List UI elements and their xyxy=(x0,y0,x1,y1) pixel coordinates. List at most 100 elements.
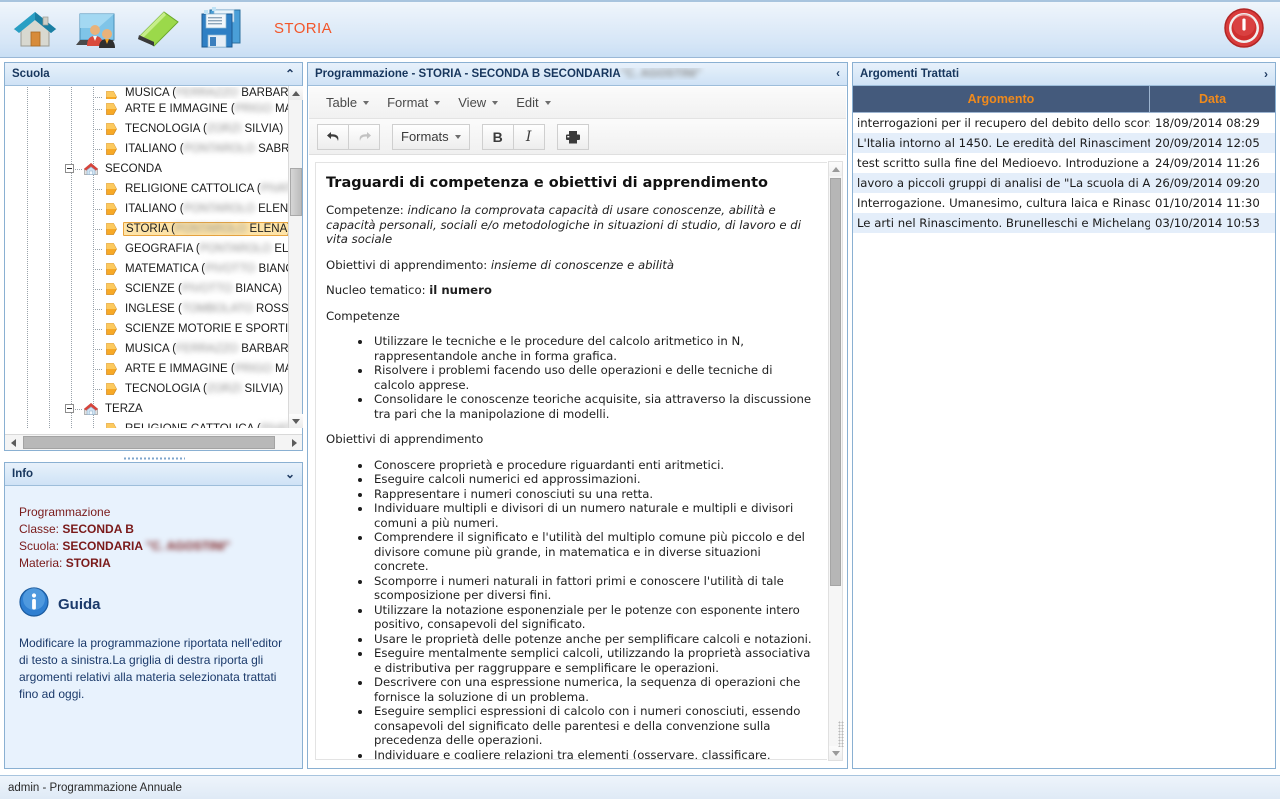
tree-item-scienze[interactable]: SCIENZE (PIVOTTO BIANCA) xyxy=(5,279,290,299)
scroll-left-arrow[interactable] xyxy=(5,435,21,450)
info-panel-header[interactable]: Info ⌄ xyxy=(5,463,302,486)
tree-item-italiano[interactable]: ITALIANO (PONTAROLO ELENA) xyxy=(5,199,300,219)
grid-column-header-data[interactable]: Data xyxy=(1150,86,1275,113)
save-icon[interactable] xyxy=(194,4,248,54)
statusbar: admin - Programmazione Annuale xyxy=(0,775,1280,799)
editor-panel: Programmazione - STORIA - SECONDA B SECO… xyxy=(307,62,848,769)
formats-button[interactable]: Formats xyxy=(392,123,470,150)
grid-column-header-argomento[interactable]: Argomento xyxy=(853,86,1150,113)
doc-subheading-competenze: Competenze xyxy=(326,308,400,323)
tree-item-geografia[interactable]: GEOGRAFIA (PONTAROLO ELENA) xyxy=(5,239,302,259)
guida-row[interactable]: Guida xyxy=(19,587,288,621)
workspace: Scuola ⌃ MUSICA (FERRAZZO BARBARA) ARTE E… xyxy=(0,58,1280,775)
tree-vertical-scrollbar[interactable] xyxy=(288,86,303,428)
guida-description: Modificare la programmazione riportata n… xyxy=(19,636,283,701)
statusbar-text: admin - Programmazione Annuale xyxy=(8,781,182,794)
tree-item-musica[interactable]: MUSICA (FERRAZZO BARBARA) xyxy=(5,87,290,99)
menu-edit[interactable]: Edit xyxy=(507,91,559,114)
tree-item-inglese[interactable]: INGLESE (TOMBOLATO ROSSELLA) xyxy=(5,299,302,319)
editor-document[interactable]: Traguardi di competenza e obiettivi di a… xyxy=(315,162,827,760)
scroll-up-arrow[interactable] xyxy=(289,86,303,100)
tree-expander-minus-icon[interactable] xyxy=(65,164,74,173)
redo-button[interactable] xyxy=(348,123,380,150)
tree-item-terza[interactable]: TERZA xyxy=(5,399,290,419)
cell-data: 20/09/2014 12:05 xyxy=(1155,136,1260,150)
scroll-down-arrow[interactable] xyxy=(289,414,303,428)
editor-vertical-scrollbar[interactable] xyxy=(828,161,843,761)
table-row[interactable]: L'Italia intorno al 1450. Le eredità del… xyxy=(853,133,1275,153)
table-row[interactable]: lavoro a piccoli gruppi di analisi de "L… xyxy=(853,173,1275,193)
info-classe: Classe: SECONDA B xyxy=(19,521,288,538)
folder-arrow-icon xyxy=(105,322,118,339)
menu-view[interactable]: View xyxy=(449,91,507,114)
chevron-right-icon[interactable]: › xyxy=(1264,67,1268,81)
cell-argomento: Interrogazione. Umanesimo, cultura laica… xyxy=(857,196,1150,210)
tree-item-label: ARTE E IMMAGINE (PRIGO MARIA G xyxy=(125,363,302,375)
doc-list-item: Scomporre i numeri naturali in fattori p… xyxy=(372,574,815,603)
power-icon[interactable] xyxy=(1222,6,1266,50)
tree-item-arte-e-immagine[interactable]: ARTE E IMMAGINE (PRIGO MARIA G xyxy=(5,359,302,379)
redo-icon xyxy=(359,132,371,141)
tree-item-label: MUSICA (FERRAZZO BARBARA) xyxy=(125,343,301,355)
tree-item-label: TECNOLOGIA (ZORZI SILVIA) xyxy=(125,383,284,395)
tree-item-tecnologia[interactable]: TECNOLOGIA (ZORZI SILVIA) xyxy=(5,379,290,399)
tree-viewport[interactable]: MUSICA (FERRAZZO BARBARA) ARTE E IMMAGINE… xyxy=(5,86,302,428)
argomenti-panel-header[interactable]: Argomenti Trattati › xyxy=(853,63,1275,86)
scuola-panel-header[interactable]: Scuola ⌃ xyxy=(5,63,302,86)
chevron-down-icon[interactable]: ⌄ xyxy=(285,467,295,481)
tree-item-arte-e-immagine[interactable]: ARTE E IMMAGINE (PRIGO MARIA G xyxy=(5,99,302,119)
tree-item-label: ITALIANO (PONTAROLO ELENA) xyxy=(125,203,300,215)
editor-panel-header[interactable]: Programmazione - STORIA - SECONDA B SECO… xyxy=(308,63,847,86)
tree-item-label: MATEMATICA (PIVOTTO BIANCA) xyxy=(125,263,302,275)
cell-data: 26/09/2014 09:20 xyxy=(1155,176,1260,190)
tree-connector xyxy=(93,189,103,190)
menu-table[interactable]: Table xyxy=(317,91,378,114)
undo-button[interactable] xyxy=(317,123,349,150)
chevron-left-icon[interactable]: ‹ xyxy=(836,68,840,80)
table-row[interactable]: test scritto sulla fine del Medioevo. In… xyxy=(853,153,1275,173)
tree-item-label: RELIGIONE CATTOLICA (PIVATO G xyxy=(123,422,302,428)
info-materia-label: Materia: xyxy=(19,556,66,570)
tree-horizontal-scrollbar[interactable] xyxy=(5,434,302,450)
doc-list-item: Rappresentare i numeri conosciuti su una… xyxy=(372,487,815,502)
tree-item-religione-cattolica[interactable]: RELIGIONE CATTOLICA (PIVATO G xyxy=(5,419,301,428)
editor-resize-grip-icon[interactable] xyxy=(838,721,844,747)
table-row[interactable]: Le arti nel Rinascimento. Brunelleschi e… xyxy=(853,213,1275,233)
menu-format[interactable]: Format xyxy=(378,91,449,114)
tree-connector xyxy=(93,209,103,210)
tree-item-seconda[interactable]: SECONDA xyxy=(5,159,290,179)
tree-item-italiano[interactable]: ITALIANO (PONTAROLO SABRINA) xyxy=(5,139,302,159)
tree-connector xyxy=(93,269,103,270)
scroll-right-arrow[interactable] xyxy=(286,435,302,450)
tree-item-matematica[interactable]: MATEMATICA (PIVOTTO BIANCA) xyxy=(5,259,302,279)
tree-scroll-thumb[interactable] xyxy=(290,168,302,216)
table-row[interactable]: interrogazioni per il recupero del debit… xyxy=(853,113,1275,133)
doc-list-item: Conoscere proprietà e procedure riguarda… xyxy=(372,458,815,473)
tree-item-religione-cattolica[interactable]: RELIGIONE CATTOLICA (PIVATO G xyxy=(5,179,301,199)
tree-item-tecnologia[interactable]: TECNOLOGIA (ZORZI SILVIA) xyxy=(5,119,290,139)
doc-scroll-thumb[interactable] xyxy=(830,178,841,586)
tree-hscroll-thumb[interactable] xyxy=(23,436,275,449)
bold-button[interactable]: B xyxy=(481,123,514,150)
tree-item-label: STORIA (PONTAROLO ELENA) xyxy=(123,222,296,236)
home-icon[interactable] xyxy=(8,4,62,54)
print-button[interactable] xyxy=(556,123,589,150)
italic-button[interactable]: I xyxy=(512,123,545,150)
doc-list-item: Descrivere con una espressione numerica,… xyxy=(372,675,815,704)
doc-scroll-up-arrow[interactable] xyxy=(829,162,842,176)
tree-expander-minus-icon[interactable] xyxy=(65,404,74,413)
chevron-up-icon[interactable]: ⌃ xyxy=(285,67,295,81)
table-row[interactable]: Interrogazione. Umanesimo, cultura laica… xyxy=(853,193,1275,213)
cell-data: 24/09/2014 11:26 xyxy=(1155,156,1260,170)
cell-argomento: interrogazioni per il recupero del debit… xyxy=(857,116,1150,130)
tree-item-musica[interactable]: MUSICA (FERRAZZO BARBARA) xyxy=(5,339,300,359)
tree-item-scienze-motorie-e-sportive[interactable]: SCIENZE MOTORIE E SPORTIVE (G xyxy=(5,319,302,339)
tree-item-storia[interactable]: STORIA (PONTAROLO ELENA) xyxy=(5,219,296,239)
tree-item-label: TERZA xyxy=(105,403,143,415)
info-scuola: Scuola: SECONDARIA "C. AGOSTINI" xyxy=(19,538,288,555)
book-icon[interactable] xyxy=(132,4,186,54)
users-icon[interactable] xyxy=(70,4,124,54)
tree-connector xyxy=(93,109,103,110)
doc-scroll-down-arrow[interactable] xyxy=(829,746,842,760)
scuola-panel: Scuola ⌃ MUSICA (FERRAZZO BARBARA) ARTE E… xyxy=(4,62,303,451)
